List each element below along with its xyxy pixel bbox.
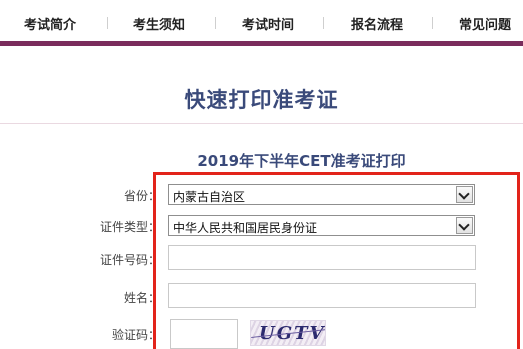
nav-link-candidate-notice[interactable]: 考生须知 <box>133 14 185 33</box>
captcha-input[interactable] <box>170 319 238 349</box>
page-title: 快速打印准考证 <box>184 88 339 112</box>
province-label: 省份： <box>123 189 160 203</box>
nav-accent-bar <box>0 41 523 46</box>
nav-link-exam-time[interactable]: 考试时间 <box>242 14 294 33</box>
name-input[interactable] <box>168 283 476 308</box>
province-select[interactable]: 内蒙古自治区 <box>168 184 475 205</box>
id-type-label: 证件类型： <box>99 220 160 234</box>
nav-separator <box>323 17 324 29</box>
nav-link-exam-intro[interactable]: 考试简介 <box>24 14 76 33</box>
chevron-down-icon[interactable] <box>456 186 473 203</box>
captcha-label: 验证码： <box>111 328 160 342</box>
nav-separator <box>215 17 216 29</box>
province-select-value: 内蒙古自治区 <box>173 190 246 204</box>
nav-separator <box>432 17 433 29</box>
chevron-down-icon[interactable] <box>456 217 473 234</box>
nav-separator <box>107 17 108 29</box>
form-title: 2019年下半年CET准考证打印 <box>197 152 406 170</box>
nav-link-faq[interactable]: 常见问题 <box>459 14 511 33</box>
captcha-image[interactable]: UGTV <box>250 320 326 346</box>
name-label: 姓名： <box>123 291 160 305</box>
top-navigation: 考试简介 考生须知 考试时间 报名流程 常见问题 <box>0 0 523 46</box>
id-number-input[interactable] <box>168 245 476 270</box>
id-type-select[interactable]: 中华人民共和国居民身份证 <box>168 215 475 236</box>
id-number-label: 证件号码： <box>99 253 160 267</box>
nav-link-registration-process[interactable]: 报名流程 <box>351 14 403 33</box>
title-divider <box>0 123 523 124</box>
id-type-select-value: 中华人民共和国居民身份证 <box>173 221 318 235</box>
